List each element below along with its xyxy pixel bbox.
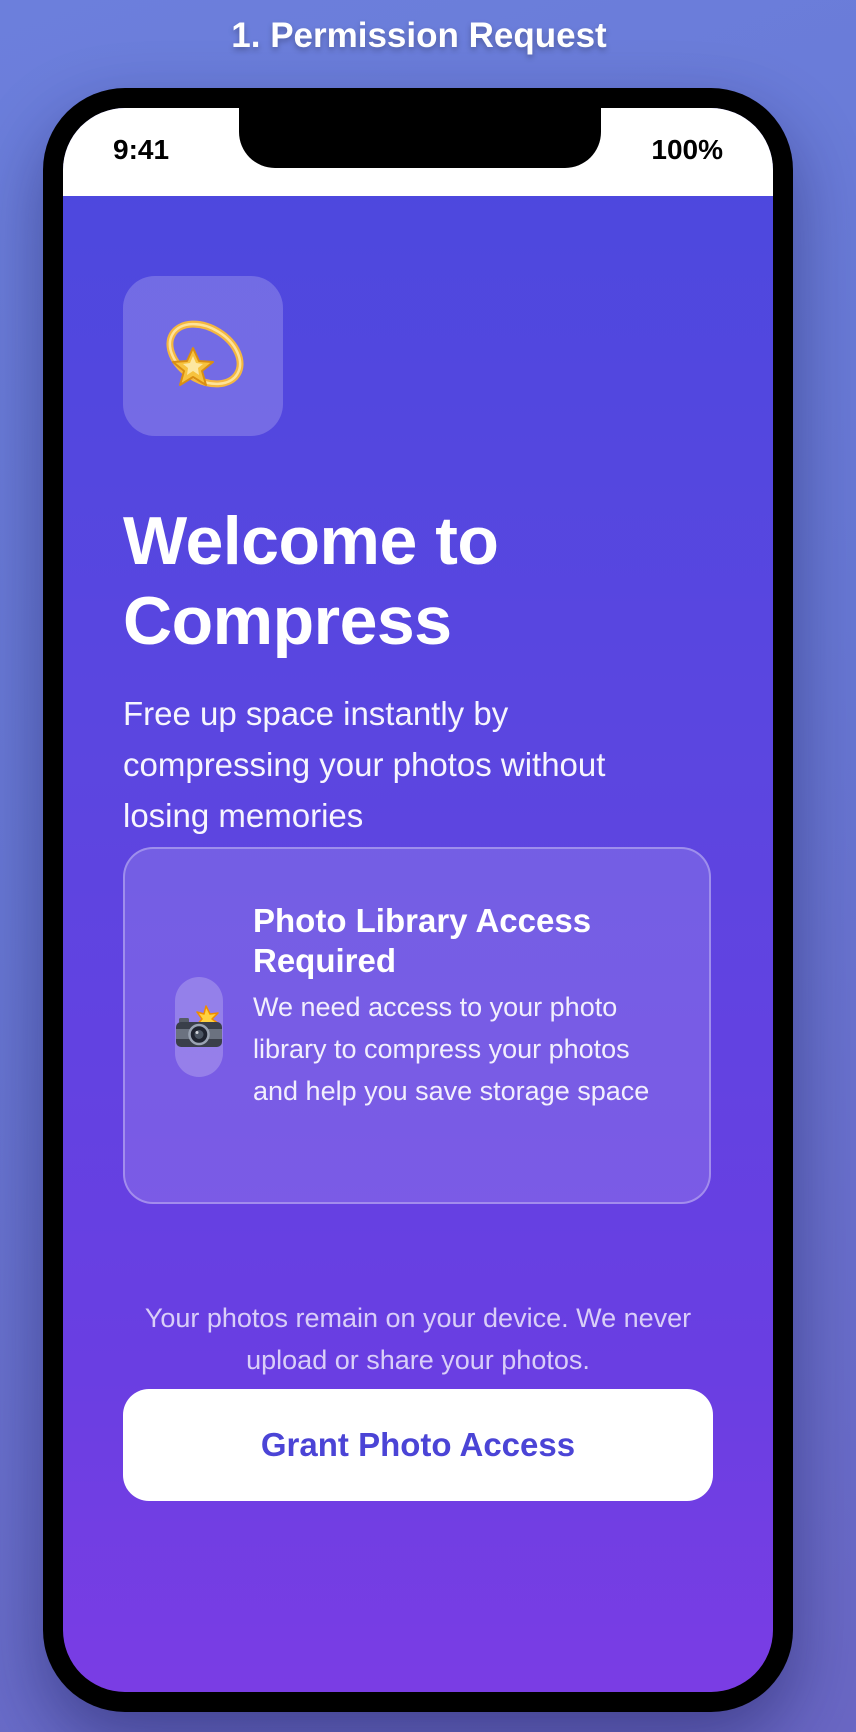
permission-card-description: We need access to your photo library to … <box>253 992 650 1106</box>
welcome-title: Welcome to Compress <box>123 503 499 659</box>
phone-screen: 9:41 100% Welcome to Compress Free up sp… <box>63 108 773 1692</box>
status-battery: 100% <box>651 134 723 165</box>
dizzy-star-icon <box>166 320 244 388</box>
notch <box>239 108 601 168</box>
permission-card-title: Photo Library Access Required <box>253 902 592 979</box>
welcome-subtitle: Free up space instantly by compressing y… <box>123 695 606 834</box>
app-icon <box>123 276 283 436</box>
permission-card: Photo Library Access Required We need ac… <box>123 847 711 1204</box>
phone-frame: 9:41 100% Welcome to Compress Free up sp… <box>43 88 793 1712</box>
privacy-note: Your photos remain on your device. We ne… <box>144 1303 692 1375</box>
onboarding-content: Welcome to Compress Free up space instan… <box>63 196 773 1692</box>
card-icon-badge <box>175 977 223 1077</box>
grant-photo-access-button[interactable]: Grant Photo Access <box>123 1389 713 1501</box>
camera-flash-icon <box>176 1005 222 1047</box>
status-time: 9:41 <box>113 134 170 165</box>
screen-title: 1. Permission Request <box>231 16 607 55</box>
status-bar: 9:41 100% <box>63 108 773 196</box>
